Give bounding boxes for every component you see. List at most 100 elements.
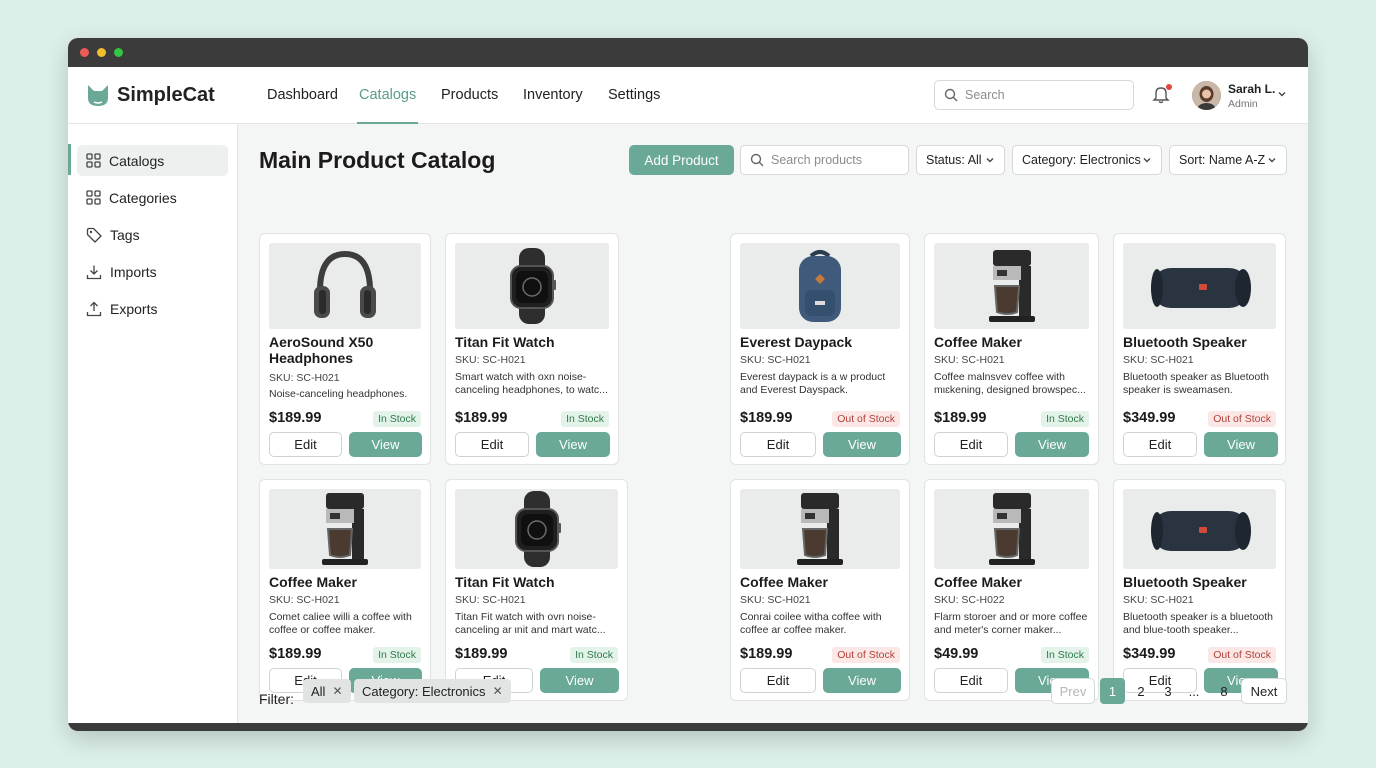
product-card[interactable]: Coffee Maker SKU: SC-H021 Comet caliee wil…	[259, 479, 431, 701]
product-card[interactable]: Bluetooth Speaker SKU: SC-H021 Bluetooth s…	[1113, 233, 1286, 465]
view-button[interactable]: View	[1015, 432, 1089, 457]
view-button[interactable]: View	[1204, 432, 1278, 457]
sidebar-active-indicator	[68, 144, 71, 175]
product-image[interactable]	[269, 489, 421, 569]
grid-icon	[86, 153, 101, 168]
product-sku: SKU: SC-H021	[740, 594, 811, 606]
grid-icon	[86, 190, 101, 205]
minimize-window-button[interactable]	[97, 48, 106, 57]
product-description: Flarm storoer and or more coffee and met…	[934, 611, 1088, 636]
edit-button[interactable]: Edit	[740, 432, 816, 457]
product-price: $349.99	[1123, 646, 1176, 662]
chevron-down-icon	[986, 158, 994, 163]
product-search-input[interactable]: Search products	[740, 145, 909, 175]
product-description: Bluetooth speaker as Bluetooth speaker i…	[1123, 371, 1269, 396]
product-image[interactable]	[455, 243, 609, 329]
sidebar-item-exports[interactable]: Exports	[77, 293, 228, 324]
edit-button[interactable]: Edit	[455, 432, 529, 457]
pagination-prev-button[interactable]: Prev	[1051, 678, 1095, 704]
edit-button[interactable]: Edit	[1123, 432, 1197, 457]
filter-label: Filter:	[259, 691, 294, 707]
app-logo[interactable]: SimpleCat	[85, 83, 215, 107]
status-filter-dropdown[interactable]: Status: All	[916, 145, 1005, 175]
product-description: Comet caliee willi a coffee with coffee …	[269, 611, 412, 636]
nav-tab-dashboard[interactable]: Dashboard	[265, 87, 340, 124]
product-image[interactable]	[1123, 243, 1276, 329]
nav-tab-catalogs[interactable]: Catalogs	[357, 87, 419, 124]
global-search-input[interactable]: Search	[934, 80, 1134, 110]
product-price: $189.99	[269, 646, 322, 662]
pagination-page-2[interactable]: 2	[1129, 678, 1153, 704]
sidebar-item-label: Tags	[110, 226, 140, 243]
product-image[interactable]	[455, 489, 618, 569]
edit-button[interactable]: Edit	[934, 432, 1008, 457]
product-card[interactable]: Coffee Maker SKU: SC-H021 Conrai coilee wi…	[730, 479, 910, 701]
product-card[interactable]: AeroSound X50 Headphones SKU: SC-H021 Nois…	[259, 233, 431, 465]
product-price: $189.99	[740, 646, 793, 662]
product-card[interactable]: Titan Fit Watch SKU: SC-H021 Smart watch w…	[445, 233, 619, 465]
product-name: Titan Fit Watch	[455, 574, 555, 590]
coffee-maker-image	[797, 493, 843, 565]
filter-chip-label: All	[311, 683, 326, 699]
close-icon[interactable]: ✕	[493, 684, 503, 698]
product-description: Coffee malnsvev coffee with mιɛkening, d…	[934, 371, 1086, 396]
pagination-page-3[interactable]: 3	[1156, 678, 1180, 704]
nav-tab-products[interactable]: Products	[439, 87, 500, 124]
user-avatar[interactable]	[1192, 81, 1221, 110]
product-description: Titan Fit watch with ovrι noise-cancelin…	[455, 611, 606, 636]
close-window-button[interactable]	[80, 48, 89, 57]
product-image[interactable]	[740, 489, 900, 569]
nav-tab-settings[interactable]: Settings	[606, 87, 662, 124]
status-filter-value: Status: All	[926, 153, 982, 167]
pagination-page-8[interactable]: 8	[1212, 678, 1236, 704]
product-card[interactable]: Everest Daypack SKU: SC-H021 Everest daypa…	[730, 233, 910, 465]
edit-button[interactable]: Edit	[934, 668, 1008, 693]
product-price: $189.99	[934, 410, 987, 426]
product-card[interactable]: Coffee Maker SKU: SC-H021 Coffee malnsvev …	[924, 233, 1099, 465]
product-card[interactable]: Coffee Maker SKU: SC-H022 Flarm storoer an…	[924, 479, 1099, 701]
page-title: Main Product Catalog	[259, 147, 496, 173]
cat-logo-icon	[88, 85, 108, 106]
nav-tab-inventory[interactable]: Inventory	[521, 87, 585, 124]
view-button[interactable]: View	[349, 432, 422, 457]
product-image[interactable]	[934, 489, 1089, 569]
sidebar-item-label: Exports	[110, 300, 158, 317]
view-button[interactable]: View	[823, 668, 901, 693]
product-description: Everest daypack is a w product and Evere…	[740, 371, 886, 396]
view-button[interactable]: View	[823, 432, 901, 457]
product-image[interactable]	[934, 243, 1089, 329]
product-sku: SKU: SC-H022	[934, 594, 1005, 606]
maximize-window-button[interactable]	[114, 48, 123, 57]
view-button[interactable]: View	[540, 668, 619, 693]
sidebar-item-categories[interactable]: Categories	[77, 182, 228, 213]
chevron-down-icon[interactable]	[1277, 89, 1287, 99]
product-image[interactable]	[1123, 489, 1276, 569]
edit-button[interactable]: Edit	[269, 432, 342, 457]
title-bar	[68, 38, 1308, 67]
add-product-button[interactable]: Add Product	[629, 145, 734, 175]
sidebar-item-tags[interactable]: Tags	[77, 219, 228, 250]
product-image[interactable]	[269, 243, 421, 329]
close-icon[interactable]: ✕	[332, 684, 342, 698]
stock-status-badge: In Stock	[561, 411, 609, 427]
sort-dropdown[interactable]: Sort: Name A-Z	[1169, 145, 1287, 175]
product-name: Bluetooth Speaker	[1123, 574, 1247, 590]
view-button[interactable]: View	[536, 432, 610, 457]
product-image[interactable]	[740, 243, 900, 329]
sidebar-item-catalogs[interactable]: Catalogs	[77, 145, 228, 176]
pagination-page-1[interactable]: 1	[1100, 678, 1125, 704]
edit-button[interactable]: Edit	[740, 668, 816, 693]
coffee-maker-image	[988, 250, 1035, 322]
stock-status-badge: In Stock	[373, 411, 421, 427]
product-description: Noise-canceling headphones.	[269, 388, 408, 400]
notification-dot	[1166, 84, 1172, 90]
filter-chip-all[interactable]: All ✕	[303, 679, 351, 703]
sidebar-item-imports[interactable]: Imports	[77, 256, 228, 287]
product-price: $189.99	[740, 410, 793, 426]
product-card[interactable]: Titan Fit Watch SKU: SC-H021 Titan Fit wat…	[445, 479, 628, 701]
product-card[interactable]: Bluetooth Speaker SKU: SC-H021 Bluetooth s…	[1113, 479, 1286, 701]
filter-chip-category[interactable]: Category: Electronics ✕	[354, 679, 511, 703]
pagination-next-button[interactable]: Next	[1241, 678, 1287, 704]
product-name: Bluetooth Speaker	[1123, 334, 1247, 350]
category-filter-dropdown[interactable]: Category: Electronics	[1012, 145, 1162, 175]
